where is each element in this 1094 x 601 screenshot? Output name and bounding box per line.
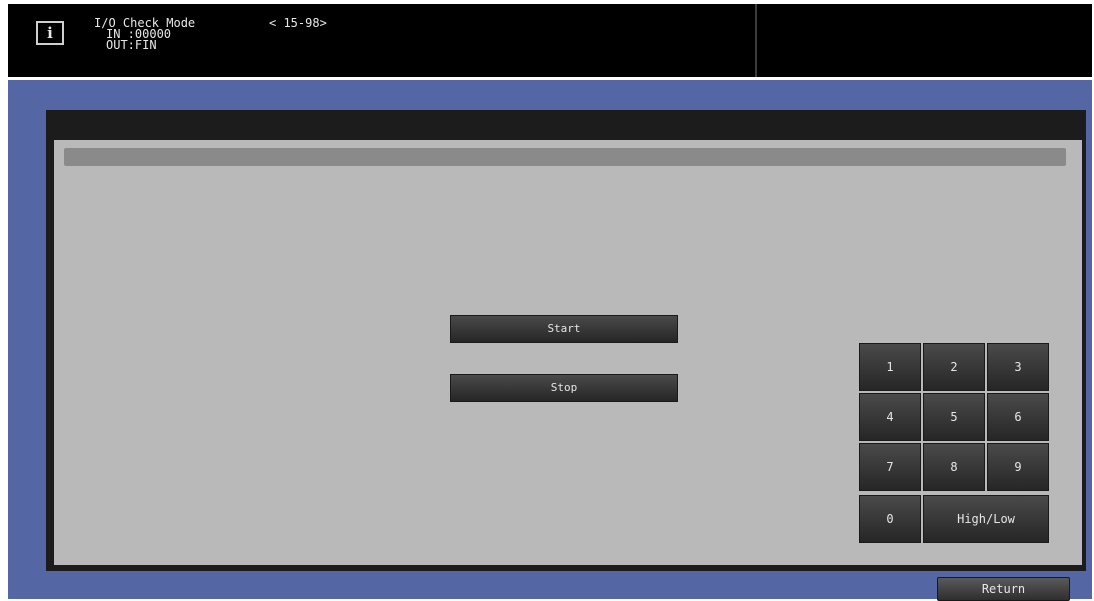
stop-button[interactable]: Stop (450, 374, 678, 402)
keypad-key-9[interactable]: 9 (987, 443, 1049, 491)
output-status: OUT:FIN (106, 38, 157, 52)
status-header: i I/O Check Mode < 15-98> IN :00000 OUT:… (8, 4, 1092, 77)
keypad-key-0[interactable]: 0 (859, 495, 921, 543)
start-button[interactable]: Start (450, 315, 678, 343)
keypad-key-2[interactable]: 2 (923, 343, 985, 391)
keypad-key-5[interactable]: 5 (923, 393, 985, 441)
header-divider (755, 4, 757, 77)
mode-code: < 15-98> (269, 16, 327, 30)
keypad-key-3[interactable]: 3 (987, 343, 1049, 391)
keypad-key-7[interactable]: 7 (859, 443, 921, 491)
keypad-key-4[interactable]: 4 (859, 393, 921, 441)
keypad-key-8[interactable]: 8 (923, 443, 985, 491)
keypad-key-1[interactable]: 1 (859, 343, 921, 391)
return-button[interactable]: Return (937, 577, 1070, 601)
keypad-key-6[interactable]: 6 (987, 393, 1049, 441)
panel-title-bar (64, 148, 1066, 166)
info-icon[interactable]: i (36, 21, 64, 45)
main-area: Start Stop 1 2 3 4 5 6 7 8 9 0 High/Low … (8, 80, 1092, 601)
high-low-button[interactable]: High/Low (923, 495, 1049, 543)
